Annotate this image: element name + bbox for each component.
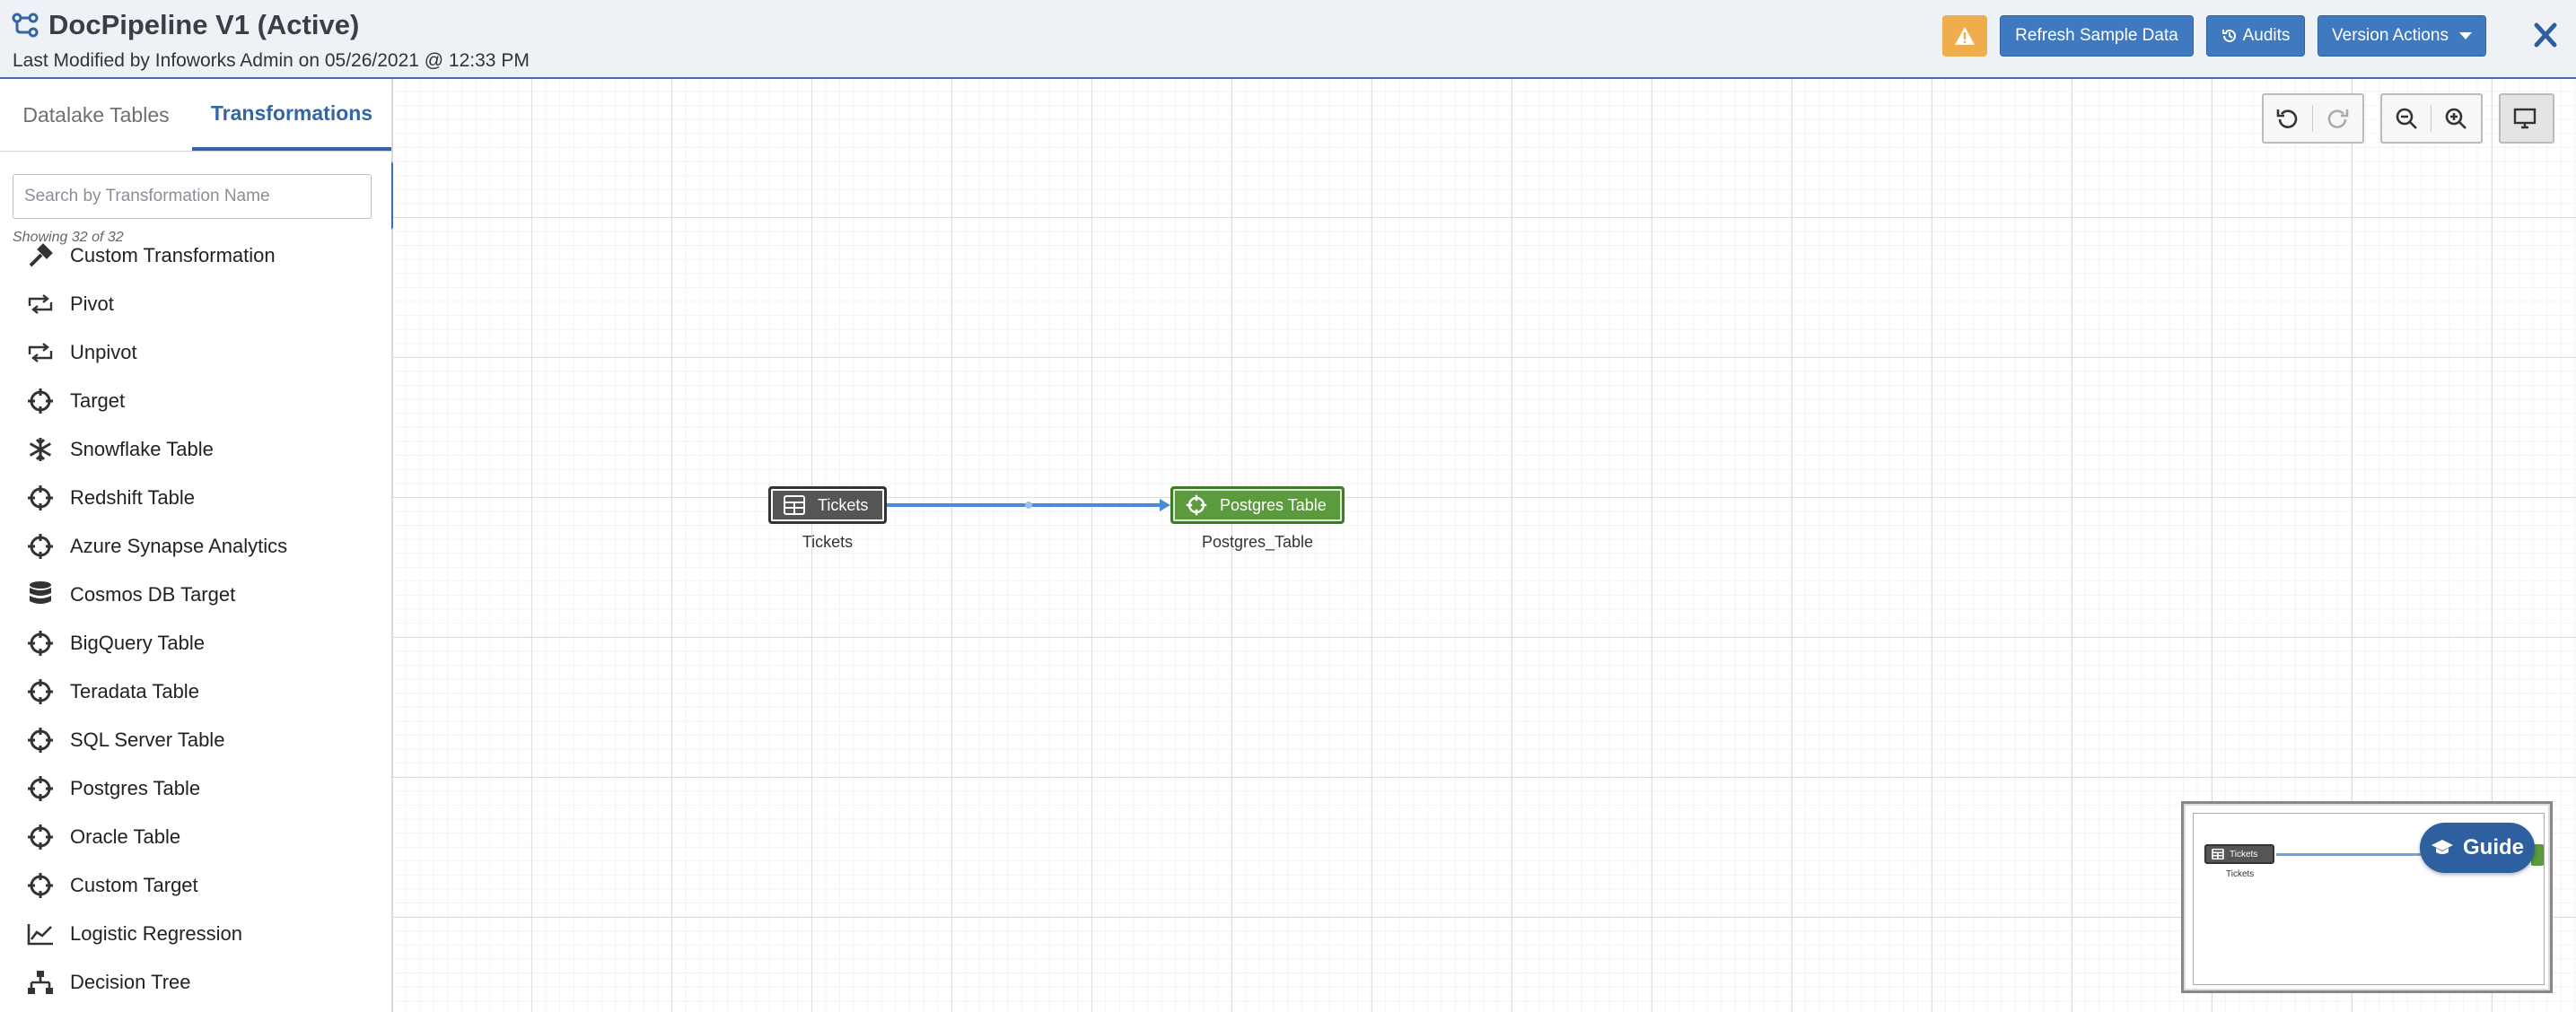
node-label: Tickets (818, 495, 869, 514)
node-label: Postgres Table (1220, 495, 1327, 514)
node-postgres-table[interactable]: Postgres Table (1170, 486, 1345, 524)
guide-button[interactable]: Guide (2420, 823, 2535, 873)
table-icon (2212, 849, 2224, 859)
node-tickets[interactable]: Tickets (768, 486, 887, 524)
minimap-node-tickets: Tickets (2204, 844, 2274, 864)
guide-label: Guide (2462, 835, 2524, 859)
node-caption: Tickets (802, 533, 854, 551)
crosshair-icon (1186, 494, 1207, 516)
table-icon (784, 495, 805, 515)
node-caption: Postgres_Table (1201, 533, 1314, 551)
graduation-cap-icon (2431, 839, 2454, 857)
minimap-node-label: Tickets (2230, 849, 2258, 859)
minimap-node-caption: Tickets (2226, 869, 2255, 879)
